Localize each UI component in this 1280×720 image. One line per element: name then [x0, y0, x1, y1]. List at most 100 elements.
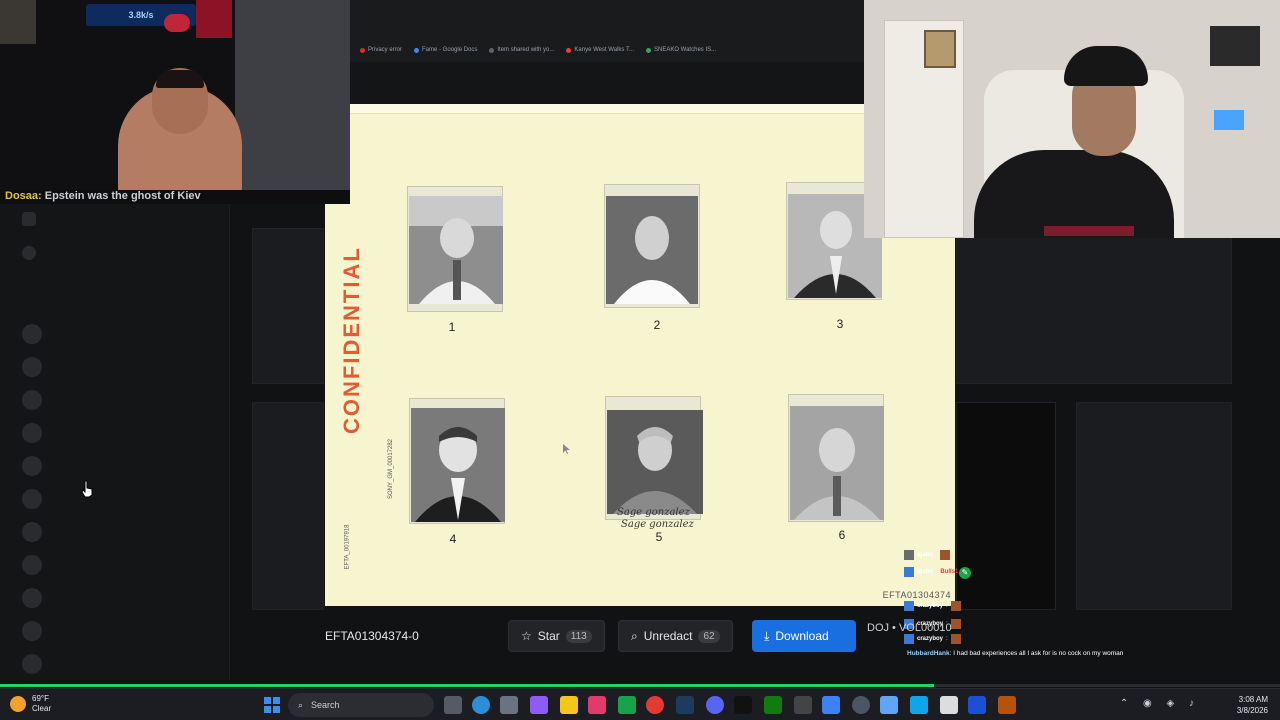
- progress-fill: [0, 684, 935, 687]
- portrait-photo: [606, 196, 698, 304]
- avatar: [22, 522, 42, 542]
- search-label: Search: [311, 700, 340, 710]
- bookmark-item[interactable]: Kanye West Walks T...: [566, 47, 634, 53]
- confidential-stamp: CONFIDENTIAL: [339, 246, 364, 434]
- handwritten-caption: Sage gonzalez Sage gonzalez: [617, 507, 694, 531]
- webcam-left: 3.8k/s: [0, 0, 350, 198]
- document-page: CONFIDENTIAL SONY_GM_00017282 EFTA_00197…: [325, 104, 955, 606]
- app-icon[interactable]: [794, 696, 812, 714]
- unredact-button[interactable]: ⌕ Unredact 62: [618, 620, 733, 652]
- star-count: 113: [565, 629, 592, 643]
- chat-emote-icon: [950, 601, 961, 611]
- chat-badge-icon: [904, 601, 914, 611]
- star-icon: [22, 212, 36, 226]
- chat-text: :: [935, 569, 938, 575]
- windows-taskbar: 69°F Clear ⌕ Search ⌃ ◉ ◈ ♪ 3:08 AM 3/8/…: [0, 688, 1280, 720]
- portrait-photo: [790, 406, 884, 520]
- confidential-stamp-wrap: CONFIDENTIAL: [339, 246, 369, 434]
- copilot-icon[interactable]: [530, 696, 548, 714]
- xbox-icon[interactable]: [764, 696, 782, 714]
- system-tray[interactable]: ⌃ ◉ ◈ ♪: [1120, 698, 1200, 709]
- bg-person: [22, 357, 42, 377]
- app-icon[interactable]: [968, 696, 986, 714]
- ticker-user: Dosaa:: [5, 190, 42, 202]
- screen: Privacy error Fame - Google Docs Item sh…: [0, 0, 1280, 720]
- start-tile: [264, 697, 271, 704]
- bookmark-favicon-icon: [489, 47, 495, 53]
- weather-text: 69°F Clear: [32, 694, 51, 714]
- weather-temp: 69°F: [32, 694, 49, 703]
- download-icon: ⤓: [764, 628, 770, 643]
- bookmark-item[interactable]: Fame - Google Docs: [414, 47, 477, 53]
- epic-icon[interactable]: [734, 696, 752, 714]
- chat-line: igabs: Bulls1: [904, 567, 958, 577]
- doj-volume-label: DOJ • VOL00010: [867, 622, 952, 634]
- bookmark-item[interactable]: SNEAKO Watches IS...: [645, 47, 716, 53]
- star-button[interactable]: ☆ Star 113: [508, 620, 605, 652]
- start-button[interactable]: [264, 697, 280, 713]
- cam-frame: [924, 30, 956, 68]
- obs-icon[interactable]: [852, 696, 870, 714]
- portrait-photo: [411, 408, 505, 522]
- settings-icon[interactable]: [500, 696, 518, 714]
- photo-number: 1: [448, 320, 456, 334]
- edge-icon[interactable]: [472, 696, 490, 714]
- bookmark-item[interactable]: Item shared with yo...: [489, 47, 554, 53]
- bookmark-item[interactable]: Privacy error: [360, 47, 402, 53]
- app-icon[interactable]: [998, 696, 1016, 714]
- ticker-text: Epstein was the ghost of Kiev: [44, 190, 201, 202]
- document-icon[interactable]: [940, 696, 958, 714]
- chat-line: igabs:: [904, 550, 951, 560]
- handwritten-line: Sage gonzalez: [617, 507, 690, 518]
- avatar: [22, 621, 42, 641]
- clock[interactable]: 3:08 AM 3/8/2026: [1237, 694, 1268, 716]
- avatar: [22, 555, 42, 575]
- weather-icon: [10, 696, 26, 712]
- avatar: [22, 654, 42, 674]
- chat-user: crazyboy: [917, 636, 944, 642]
- bg-tile: [956, 236, 1232, 384]
- bg-person: [22, 555, 42, 575]
- bookmark-favicon-icon: [360, 47, 365, 53]
- photo-number: 2: [653, 318, 661, 332]
- chat-message: HubbardHank: I had bad experiences all I…: [907, 650, 1123, 657]
- steam-icon[interactable]: [676, 696, 694, 714]
- chat-text: :: [946, 636, 948, 642]
- chat-line: crazyboy:: [904, 634, 961, 644]
- mini-cam: [0, 0, 36, 44]
- chrome-icon[interactable]: [646, 696, 664, 714]
- photos-icon[interactable]: [822, 696, 840, 714]
- spreadsheet-icon[interactable]: [618, 696, 636, 714]
- portrait-photo: [409, 196, 503, 304]
- cam-lightstrip: [1044, 226, 1134, 236]
- weather-widget[interactable]: 69°F Clear: [10, 694, 51, 714]
- task-view-icon[interactable]: [444, 696, 462, 714]
- file-explorer-icon[interactable]: [560, 696, 578, 714]
- start-tile: [273, 697, 280, 704]
- chat-badge: Bulls1: [940, 569, 959, 575]
- avatar: [22, 456, 42, 476]
- bg-person: [22, 456, 42, 476]
- photo-number: 5: [655, 530, 663, 544]
- stream-progress-bar: [0, 684, 1280, 687]
- clock-time: 3:08 AM: [1238, 695, 1268, 704]
- photo-number: 3: [836, 317, 844, 331]
- notepad-icon[interactable]: [910, 696, 928, 714]
- cursor-icon: [563, 444, 570, 454]
- music-icon[interactable]: [588, 696, 606, 714]
- unredact-count: 62: [698, 629, 720, 643]
- clock-date: 3/8/2026: [1236, 706, 1268, 715]
- app-icon[interactable]: [880, 696, 898, 714]
- streamer-hair: [156, 70, 204, 88]
- avatar: [22, 357, 42, 377]
- chat-badge-icon: [904, 567, 914, 577]
- chat-overlay: igabs: igabs: Bulls1 crazyboy: crazyboy : …: [892, 546, 1152, 666]
- chat-message-text: : I had bad experiences all I ask for is…: [949, 650, 1124, 657]
- discord-icon[interactable]: [706, 696, 724, 714]
- taskbar-search[interactable]: ⌕ Search: [288, 693, 434, 717]
- reactor-body: [974, 150, 1174, 238]
- photo-number: 4: [449, 532, 457, 546]
- cam-shelf: [1210, 26, 1260, 66]
- download-button[interactable]: ⤓ Download: [752, 620, 856, 652]
- avatar: [22, 588, 42, 608]
